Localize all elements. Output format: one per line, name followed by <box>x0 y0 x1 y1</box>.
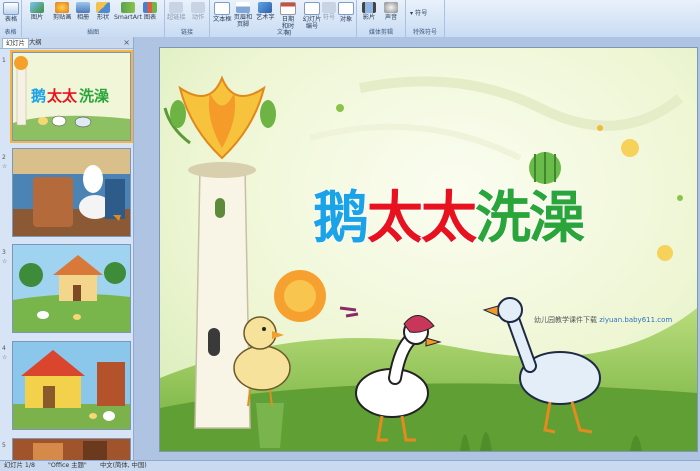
wordart-button[interactable]: 艺术字 <box>256 2 275 21</box>
album-icon <box>76 2 90 13</box>
thumbnail-art <box>13 149 130 236</box>
header-footer-button[interactable]: 页眉和页脚 <box>232 2 254 28</box>
film-icon <box>362 2 376 13</box>
watermark-text: 幼儿园教学课件下载 ziyuan.baby611.com <box>534 315 672 325</box>
slide-thumbnail-2[interactable] <box>12 148 131 237</box>
slide-number-button[interactable]: 幻灯片编号 <box>302 2 322 30</box>
object-icon <box>338 2 354 15</box>
album-button[interactable]: 相册 <box>76 2 90 21</box>
ribbon-group-label: 文本 <box>276 29 289 36</box>
ribbon-group-links: 超链接 动作 链接 <box>165 0 210 37</box>
transition-icon: ☆ <box>2 354 8 361</box>
ribbon-group-illustrations: 图片 剪贴画 相册 形状 SmartArt 图表 插图 <box>22 0 165 37</box>
action-button[interactable]: 动作 <box>191 2 205 21</box>
transition-icon: ☆ <box>2 258 8 265</box>
slide-panel: 幻灯片 大纲 × 1 鹅 太太 洗澡 2 ☆ 3 ☆ 4 ☆ 5 <box>0 37 134 461</box>
clipart-button[interactable]: 剪贴画 <box>53 2 72 21</box>
watermark-label: 幼儿园教学课件下载 <box>534 316 597 324</box>
smartart-button[interactable]: SmartArt <box>114 2 142 21</box>
textbox-icon <box>214 2 231 15</box>
clipart-icon <box>55 2 70 13</box>
title-char: 太 <box>420 186 478 251</box>
hyperlink-icon <box>169 2 184 13</box>
ribbon-group-label: 表格 <box>4 29 17 36</box>
picture-button[interactable]: 图片 <box>30 2 44 21</box>
object-button[interactable]: 对象 <box>338 2 354 23</box>
dropdown-icon: ▾ <box>410 10 414 17</box>
header-footer-icon <box>236 2 250 13</box>
slide-thumbnail-5[interactable] <box>12 438 131 461</box>
wordart-icon <box>258 2 273 13</box>
action-icon <box>191 2 205 13</box>
chart-button[interactable]: 图表 <box>143 2 157 21</box>
slide-number: 4 <box>2 345 6 352</box>
ribbon-group-label: 链接 <box>180 29 193 36</box>
tab-slides[interactable]: 幻灯片 <box>2 38 29 48</box>
calendar-icon <box>280 2 296 15</box>
textbox-button[interactable]: 文本框 <box>213 2 232 23</box>
title-char: 太 <box>366 186 424 251</box>
close-icon[interactable]: × <box>123 37 130 48</box>
ribbon-group-text: 文本框 页眉和页脚 艺术字 日期和时间 幻灯片编号 符号 对象 文本 <box>210 0 357 37</box>
panel-tabs: 幻灯片 大纲 × <box>0 37 133 49</box>
smartart-icon <box>120 2 135 13</box>
slide-thumbnail-3[interactable] <box>12 244 131 333</box>
chart-icon <box>143 2 157 13</box>
table-icon <box>3 2 19 15</box>
svg-text:鹅: 鹅 <box>31 87 46 105</box>
status-bar: 幻灯片 1/8 "Office 主题" 中文(简体, 中国) <box>0 460 700 471</box>
slide-number: 1 <box>2 57 6 64</box>
hash-icon <box>304 2 320 15</box>
thumbnail-art: 鹅 太太 洗澡 <box>13 53 130 140</box>
slide-title[interactable]: 鹅太太洗澡 <box>258 186 638 251</box>
slide-editor: 鹅太太洗澡 幼儿园教学课件下载 ziyuan.baby611.com <box>134 37 700 460</box>
picture-icon <box>30 2 44 13</box>
slide-number: 2 <box>2 154 6 161</box>
title-char: 澡 <box>528 186 586 251</box>
shapes-button[interactable]: 形状 <box>96 2 110 21</box>
tab-outline[interactable]: 大纲 <box>26 38 45 47</box>
ribbon-group-label: 插图 <box>86 29 99 36</box>
ribbon-group-media: 影片 声音 媒体剪辑 <box>357 0 406 37</box>
hyperlink-button[interactable]: 超链接 <box>167 2 186 21</box>
thumbnail-art <box>13 342 130 429</box>
slide-thumbnail-1[interactable]: 鹅 太太 洗澡 <box>10 50 133 143</box>
slide-canvas[interactable]: 鹅太太洗澡 幼儿园教学课件下载 ziyuan.baby611.com <box>159 47 698 452</box>
ribbon-group-special-symbols: ▾ 符号 特殊符号 <box>406 0 445 37</box>
title-char: 洗 <box>474 186 532 251</box>
symbol-button[interactable]: 符号 <box>322 2 336 21</box>
title-char: 鹅 <box>312 186 370 251</box>
ribbon-group-label: 特殊符号 <box>412 29 437 36</box>
transition-icon: ☆ <box>2 163 8 170</box>
slide-thumbnail-4[interactable] <box>12 341 131 430</box>
slide-number: 5 <box>2 442 6 449</box>
movie-button[interactable]: 影片 <box>362 2 376 21</box>
sound-button[interactable]: 声音 <box>384 2 398 21</box>
ribbon: 表格 表格 图片 剪贴画 相册 形状 SmartArt 图表 插图 超链接 动作… <box>0 0 700 38</box>
omega-icon <box>322 2 336 13</box>
watermark-url: ziyuan.baby611.com <box>599 316 673 324</box>
svg-text:太太: 太太 <box>47 87 78 105</box>
special-symbol-button[interactable]: ▾ 符号 <box>410 10 427 17</box>
thumbnail-art <box>13 245 130 332</box>
thumbnail-art <box>13 439 130 461</box>
speaker-icon <box>384 2 398 13</box>
ribbon-group-label: 媒体剪辑 <box>368 29 393 36</box>
table-button[interactable]: 表格 <box>3 2 19 23</box>
svg-text:洗澡: 洗澡 <box>79 87 110 105</box>
shapes-icon <box>96 2 110 13</box>
ribbon-group-table: 表格 表格 <box>0 0 22 37</box>
slide-number: 3 <box>2 249 6 256</box>
